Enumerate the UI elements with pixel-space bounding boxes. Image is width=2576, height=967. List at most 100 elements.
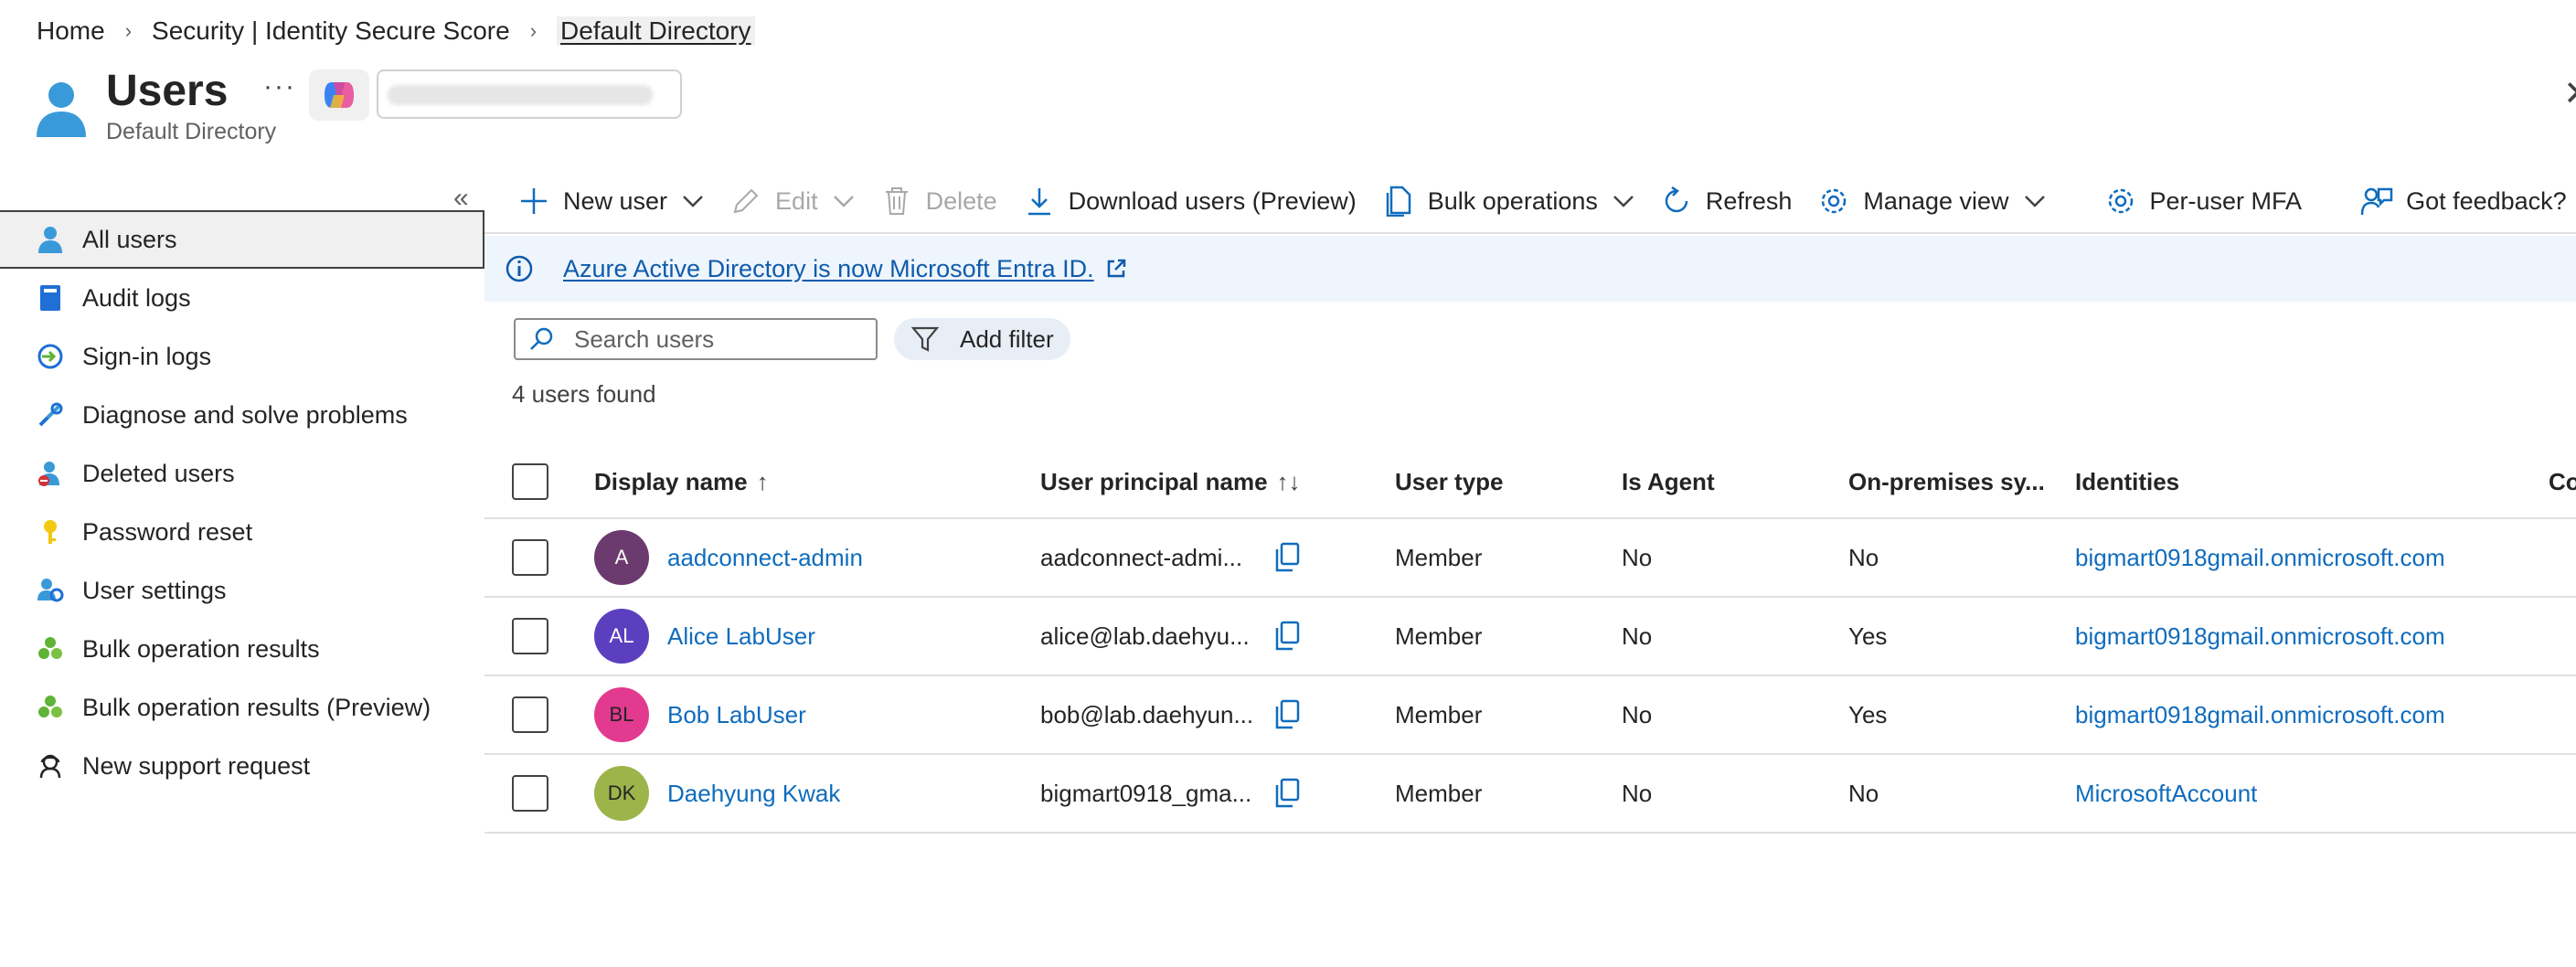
breadcrumb-default-directory[interactable]: Default Directory: [557, 16, 755, 46]
more-options-icon[interactable]: ···: [263, 71, 296, 102]
chevron-down-icon: [833, 190, 855, 212]
feedback-label: Got feedback?: [2406, 186, 2567, 215]
search-input[interactable]: [574, 324, 867, 354]
entra-id-link[interactable]: Azure Active Directory is now Microsoft …: [563, 255, 1094, 283]
table-row[interactable]: AL Alice LabUser alice@lab.daehyu... Mem…: [484, 598, 2576, 676]
column-header-overflow[interactable]: Co: [2549, 468, 2576, 496]
column-label: Display name: [594, 467, 748, 495]
redacted-field: [377, 69, 682, 119]
select-all-checkbox[interactable]: [512, 463, 548, 500]
feedback-icon: [2360, 185, 2393, 218]
sidebar-item-all-users[interactable]: All users: [0, 210, 484, 269]
add-filter-button[interactable]: Add filter: [894, 318, 1070, 360]
sidebar-item-label: New support request: [82, 751, 311, 780]
page-header: Users Default Directory ··· ✕: [33, 66, 2576, 157]
trash-icon: [880, 185, 913, 218]
row-checkbox[interactable]: [512, 618, 548, 654]
table-row[interactable]: A aadconnect-admin aadconnect-admi... Me…: [484, 519, 2576, 598]
support-icon: [37, 752, 64, 780]
delete-button[interactable]: Delete: [868, 174, 1010, 228]
on-premises-sync: No: [1848, 779, 1879, 807]
column-header-upn[interactable]: User principal name ↑↓: [1040, 468, 1301, 496]
sidebar-item-password-reset[interactable]: Password reset: [0, 503, 484, 561]
sort-icon: ↑↓: [1276, 467, 1301, 495]
row-checkbox[interactable]: [512, 696, 548, 733]
close-icon[interactable]: ✕: [2563, 73, 2576, 114]
table-row[interactable]: BL Bob LabUser bob@lab.daehyun... Member…: [484, 676, 2576, 755]
column-header-on-premises-sync[interactable]: On-premises sy...: [1848, 468, 2045, 496]
sidebar-item-new-support-request[interactable]: New support request: [0, 737, 484, 795]
sidebar-item-bulk-operation-results[interactable]: Bulk operation results: [0, 620, 484, 678]
collapse-sidebar-icon[interactable]: «: [453, 183, 469, 214]
sidebar-item-label: All users: [82, 225, 177, 253]
row-checkbox[interactable]: [512, 539, 548, 576]
copy-icon[interactable]: [1272, 621, 1302, 652]
breadcrumb-identity-secure-score[interactable]: Security | Identity Secure Score: [152, 16, 510, 46]
on-premises-sync: Yes: [1848, 622, 1888, 650]
gear-icon: [2104, 185, 2137, 218]
breadcrumb-home[interactable]: Home: [37, 16, 105, 46]
copilot-button[interactable]: [309, 69, 369, 121]
column-header-display-name[interactable]: Display name ↑: [594, 468, 769, 496]
user-principal-name: aadconnect-admi...: [1040, 543, 1243, 571]
identity-link[interactable]: MicrosoftAccount: [2075, 780, 2257, 808]
external-link-icon[interactable]: [1105, 258, 1127, 280]
feedback-button[interactable]: Got feedback?: [2347, 174, 2576, 228]
avatar: BL: [594, 687, 649, 742]
sidebar-item-label: Audit logs: [82, 283, 191, 312]
user-display-name-link[interactable]: aadconnect-admin: [667, 544, 863, 572]
sidebar: All users Audit logs Sign-in logs Diagno…: [0, 210, 484, 795]
identity-link[interactable]: bigmart0918gmail.onmicrosoft.com: [2075, 544, 2445, 572]
sidebar-item-diagnose[interactable]: Diagnose and solve problems: [0, 386, 484, 444]
result-count: 4 users found: [512, 380, 656, 408]
sidebar-item-bulk-operation-results-preview[interactable]: Bulk operation results (Preview): [0, 678, 484, 737]
row-checkbox[interactable]: [512, 775, 548, 812]
user-principal-name: bob@lab.daehyun...: [1040, 700, 1254, 728]
column-header-is-agent[interactable]: Is Agent: [1622, 468, 1715, 496]
refresh-button[interactable]: Refresh: [1647, 174, 1805, 228]
new-user-button[interactable]: New user: [505, 174, 717, 228]
wrench-icon: [37, 401, 64, 429]
user-icon: [37, 226, 64, 253]
user-display-name-link[interactable]: Alice LabUser: [667, 622, 815, 651]
on-premises-sync: Yes: [1848, 700, 1888, 728]
copy-icon[interactable]: [1272, 542, 1302, 573]
sidebar-item-audit-logs[interactable]: Audit logs: [0, 269, 484, 327]
column-header-user-type[interactable]: User type: [1395, 468, 1504, 496]
copy-icon[interactable]: [1272, 699, 1302, 730]
is-agent: No: [1622, 779, 1653, 807]
bulk-icon: [37, 635, 64, 663]
sort-ascending-icon: ↑: [756, 467, 769, 495]
user-display-name-link[interactable]: Bob LabUser: [667, 701, 806, 729]
key-icon: [37, 518, 64, 546]
plus-icon: [517, 185, 550, 218]
user-settings-icon: [37, 577, 64, 604]
bulk-icon: [37, 694, 64, 721]
user-principal-name: alice@lab.daehyu...: [1040, 622, 1250, 650]
sidebar-item-deleted-users[interactable]: Deleted users: [0, 444, 484, 503]
user-principal-name: bigmart0918_gma...: [1040, 779, 1252, 807]
sidebar-item-user-settings[interactable]: User settings: [0, 561, 484, 620]
copy-icon[interactable]: [1272, 778, 1302, 809]
chevron-down-icon: [2024, 190, 2046, 212]
search-box[interactable]: [514, 318, 878, 360]
gear-icon: [1817, 185, 1850, 218]
manage-view-button[interactable]: Manage view: [1804, 174, 2058, 228]
delete-label: Delete: [925, 186, 997, 215]
identity-link[interactable]: bigmart0918gmail.onmicrosoft.com: [2075, 622, 2445, 651]
book-icon: [37, 284, 64, 312]
sidebar-item-label: Bulk operation results: [82, 634, 320, 663]
info-banner: Azure Active Directory is now Microsoft …: [484, 236, 2576, 302]
bulk-operations-button[interactable]: Bulk operations: [1369, 174, 1647, 228]
bulk-document-icon: [1382, 185, 1415, 218]
per-user-mfa-button[interactable]: Per-user MFA: [2092, 174, 2315, 228]
edit-button[interactable]: Edit: [717, 174, 868, 228]
filter-icon: [910, 326, 940, 352]
user-display-name-link[interactable]: Daehyung Kwak: [667, 780, 840, 808]
column-header-identities[interactable]: Identities: [2075, 468, 2179, 496]
table-row[interactable]: DK Daehyung Kwak bigmart0918_gma... Memb…: [484, 755, 2576, 834]
download-users-button[interactable]: Download users (Preview): [1010, 174, 1369, 228]
identity-link[interactable]: bigmart0918gmail.onmicrosoft.com: [2075, 701, 2445, 729]
is-agent: No: [1622, 700, 1653, 728]
sidebar-item-sign-in-logs[interactable]: Sign-in logs: [0, 327, 484, 386]
